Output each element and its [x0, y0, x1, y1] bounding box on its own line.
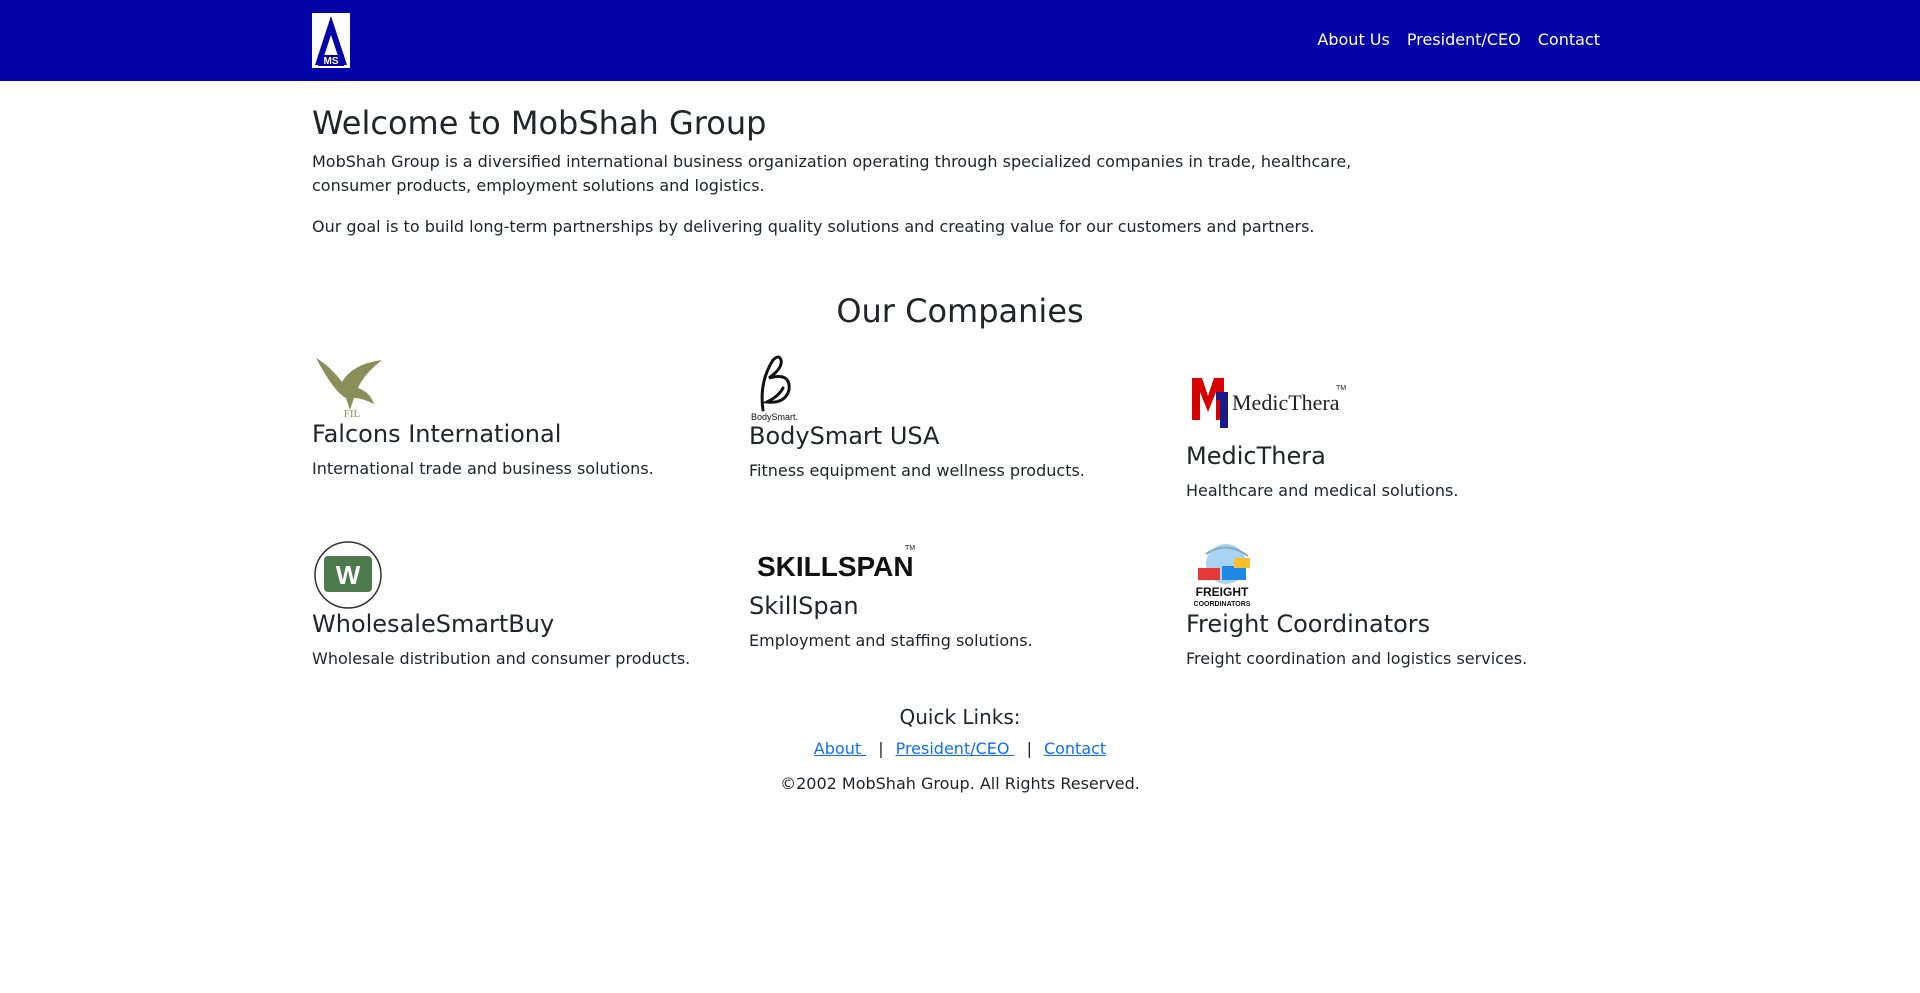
company-description: International trade and business solutio…: [312, 459, 654, 478]
company-card-freight: FREIGHT COORDINATORS Freight Coordinator…: [1186, 540, 1606, 671]
companies-section-title: Our Companies: [836, 292, 1084, 330]
wholesale-logo-icon: W: [314, 541, 382, 609]
company-card-bodysmart: BodySmart. BodySmart USA Fitness equipme…: [749, 352, 1169, 483]
intro-paragraph: MobShah Group is a diversified internati…: [312, 152, 1352, 195]
company-name: Freight Coordinators: [1186, 610, 1431, 638]
skillspan-logo-icon: SKILLSPAN TM: [757, 545, 915, 582]
svg-text:W: W: [336, 560, 361, 590]
copyright-text: ©2002 MobShah Group. All Rights Reserved…: [780, 774, 1140, 793]
footer-president-ceo-link[interactable]: President/CEO: [896, 739, 1015, 758]
company-name: WholesaleSmartBuy: [312, 610, 555, 638]
freight-logo-icon: FREIGHT COORDINATORS: [1194, 544, 1251, 608]
svg-text:TM: TM: [905, 545, 915, 552]
nav-president-ceo-link[interactable]: President/CEO: [1407, 30, 1521, 49]
company-card-skillspan: SKILLSPAN TM SkillSpan Employment and st…: [749, 540, 1169, 653]
company-description: Healthcare and medical solutions.: [1186, 481, 1459, 500]
company-card-medicthera: MedicThera TM MedicThera Healthcare and …: [1186, 372, 1606, 503]
company-description: Freight coordination and logistics servi…: [1186, 649, 1528, 668]
svg-text:TM: TM: [1336, 385, 1346, 392]
footer-about-link[interactable]: About: [814, 739, 866, 758]
nav-contact-link[interactable]: Contact: [1538, 30, 1600, 49]
svg-text:MedicThera: MedicThera: [1232, 390, 1340, 415]
svg-text:SKILLSPAN: SKILLSPAN: [757, 551, 914, 582]
company-name: MedicThera: [1186, 442, 1326, 470]
quick-links-title: Quick Links:: [899, 705, 1021, 729]
link-separator: |: [1026, 739, 1032, 758]
svg-text:BodySmart.: BodySmart.: [751, 412, 798, 422]
mobshah-logo[interactable]: MS: [312, 13, 350, 68]
company-name: BodySmart USA: [749, 422, 940, 450]
company-description: Fitness equipment and wellness products.: [749, 461, 1085, 480]
svg-text:FREIGHT: FREIGHT: [1196, 585, 1249, 599]
nav-links: About Us President/CEO Contact: [1317, 30, 1600, 49]
company-name: SkillSpan: [749, 592, 859, 620]
company-description: Employment and staffing solutions.: [749, 631, 1033, 650]
svg-text:FIL: FIL: [344, 408, 361, 420]
page-title: Welcome to MobShah Group: [312, 104, 767, 142]
company-card-wholesalesmartbuy: W WholesaleSmartBuy Wholesale distributi…: [312, 540, 732, 671]
company-description: Wholesale distribution and consumer prod…: [312, 649, 691, 668]
medicthera-logo-icon: MedicThera TM: [1192, 378, 1346, 428]
footer: Quick Links: About | President/CEO | Conta…: [0, 704, 1920, 793]
goal-paragraph: Our goal is to build long-term partnersh…: [312, 217, 1315, 236]
link-separator: |: [878, 739, 884, 758]
svg-text:MS: MS: [324, 56, 339, 67]
svg-text:COORDINATORS: COORDINATORS: [1194, 601, 1251, 608]
quick-links: About | President/CEO | Contact: [0, 739, 1920, 758]
falcon-logo-icon: FIL: [316, 358, 382, 420]
top-navbar: MS About Us President/CEO Contact: [0, 0, 1920, 81]
company-name: Falcons International: [312, 420, 562, 448]
bodysmart-logo-icon: BodySmart.: [751, 355, 798, 422]
nav-about-us-link[interactable]: About Us: [1317, 30, 1389, 49]
company-card-falcons: FIL Falcons International International …: [312, 352, 732, 481]
footer-contact-link[interactable]: Contact: [1044, 739, 1106, 758]
